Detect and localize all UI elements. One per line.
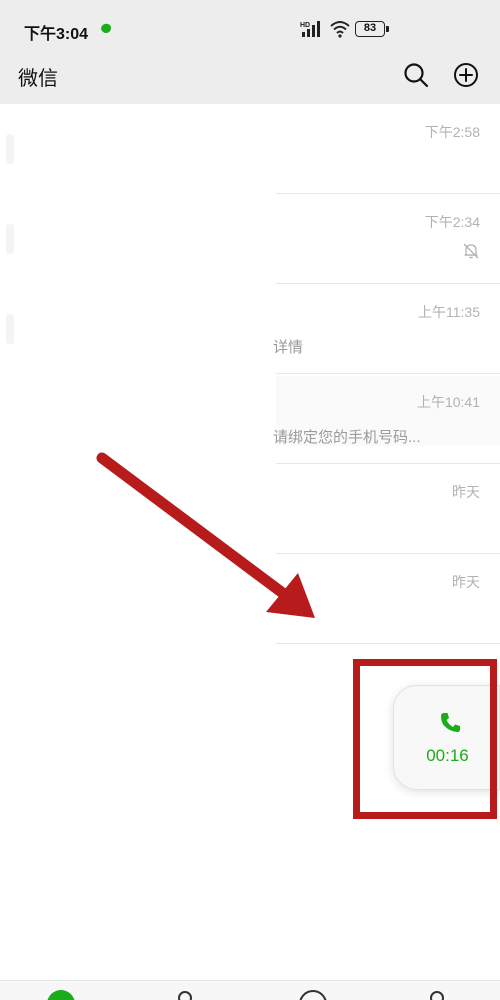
chat-time: 上午10:41 (416, 394, 480, 410)
contacts-icon[interactable] (172, 989, 202, 1000)
plus-circle-icon[interactable] (453, 62, 479, 88)
chat-row[interactable]: 上午11:35 详情 (0, 284, 500, 374)
chat-row[interactable]: 昨天 (0, 464, 500, 554)
status-bar: 下午3:04 HD 83 (0, 0, 500, 56)
tab-bar (0, 980, 500, 1000)
search-icon[interactable] (403, 62, 429, 88)
signal-icon: HD (300, 21, 320, 37)
chat-preview: 请绑定您的手机号码... (273, 429, 421, 446)
chat-time: 下午2:58 (424, 124, 480, 140)
wifi-icon (330, 21, 350, 38)
annotation-highlight-box (353, 659, 497, 819)
battery-indicator: 83 (355, 21, 389, 37)
avatar (6, 314, 14, 344)
page-title: 微信 (18, 68, 58, 90)
chat-preview: 详情 (273, 339, 304, 356)
chat-time: 昨天 (452, 574, 480, 590)
avatar (6, 224, 14, 254)
discover-icon[interactable] (298, 989, 328, 1000)
status-time: 下午3:04 (24, 26, 89, 43)
chat-time: 下午2:34 (424, 214, 480, 230)
chat-row[interactable]: 上午10:41 请绑定您的手机号码... (0, 374, 500, 464)
mute-bell-icon (463, 243, 479, 259)
chat-row[interactable]: 昨天 (0, 554, 500, 644)
chat-row[interactable]: 下午2:58 (0, 104, 500, 194)
svg-text:HD: HD (300, 22, 310, 29)
divider (276, 643, 500, 644)
chat-time: 上午11:35 (418, 304, 480, 320)
avatar (6, 134, 14, 164)
me-icon[interactable] (424, 989, 454, 1000)
chat-row[interactable]: 下午2:34 (0, 194, 500, 284)
chat-time: 昨天 (452, 484, 480, 500)
notification-dot-icon (101, 23, 112, 34)
chat-icon[interactable] (46, 989, 76, 1000)
app-header: 微信 (0, 56, 500, 104)
